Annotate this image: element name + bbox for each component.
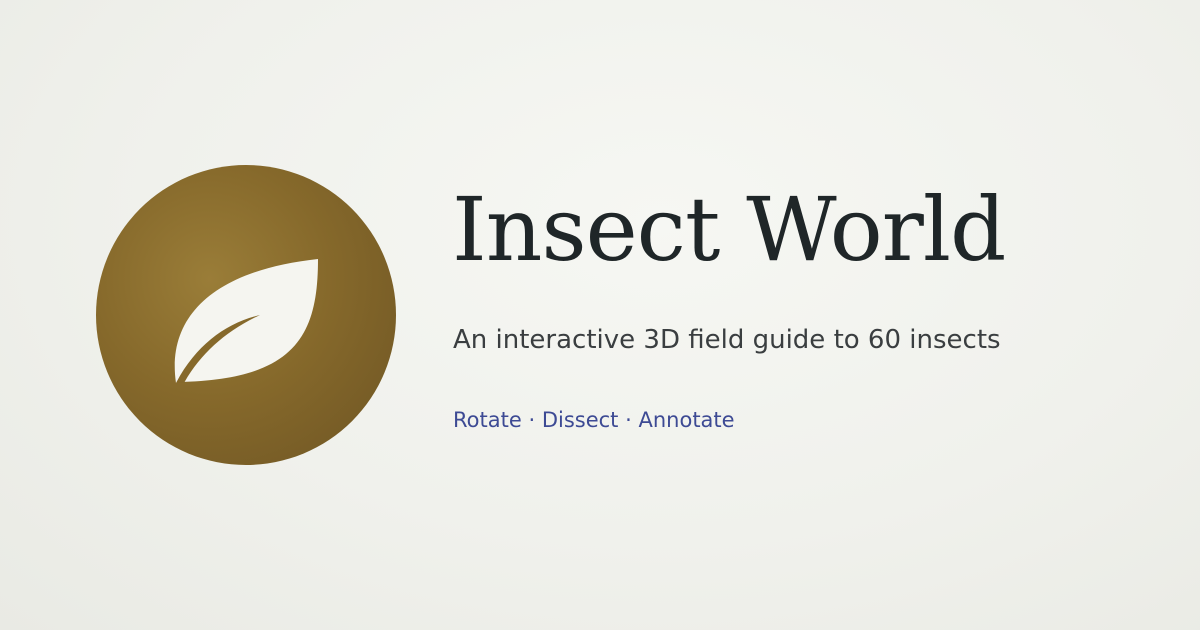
feature-separator: · [528, 408, 536, 432]
feature-list: Rotate · Dissect · Annotate [453, 408, 735, 432]
feature-separator: · [625, 408, 632, 432]
logo [96, 165, 396, 465]
page-title: Insect World [452, 178, 1006, 281]
feature-rotate: Rotate [453, 408, 522, 432]
feature-dissect: Dissect [541, 408, 619, 432]
feature-annotate: Annotate [638, 408, 735, 432]
leaf-icon [174, 259, 318, 383]
tagline: An interactive 3D field guide to 60 inse… [453, 325, 1001, 355]
